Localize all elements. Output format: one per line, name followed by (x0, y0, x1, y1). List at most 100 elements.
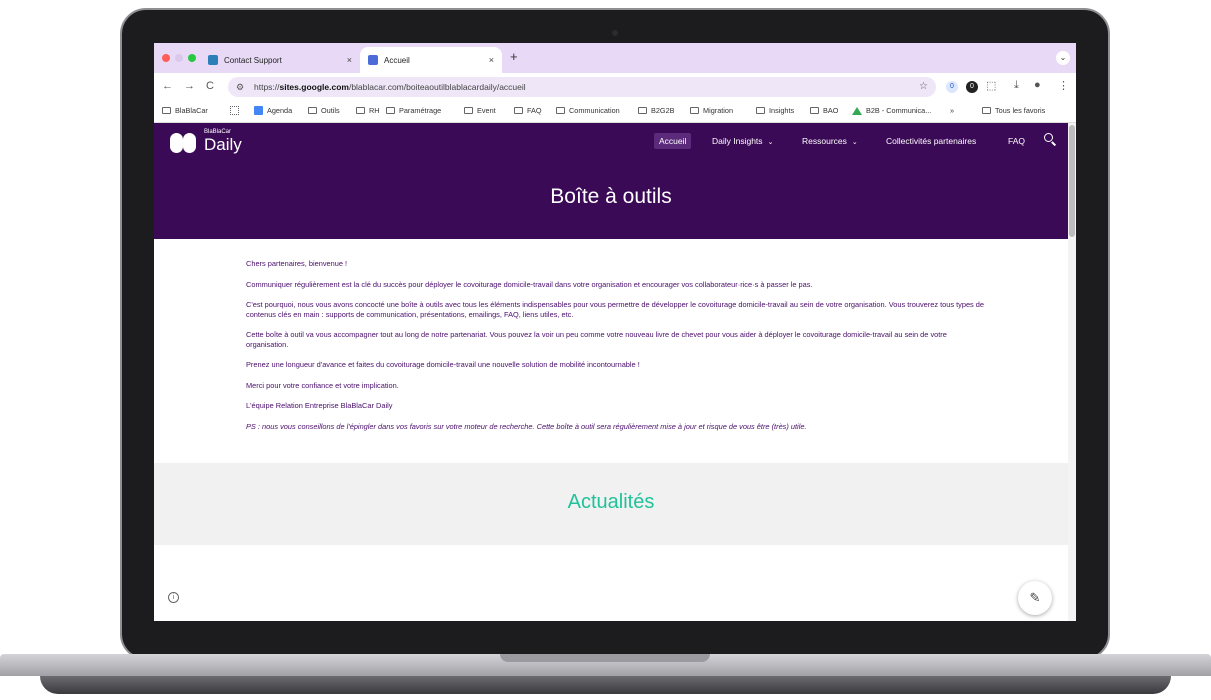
bookmark-communication[interactable]: Communication (556, 106, 620, 115)
folder-icon (162, 107, 171, 114)
extensions-puzzle-icon[interactable]: ⬚ (986, 79, 996, 92)
bookmark-blablacar[interactable]: BlaBlaCar (162, 106, 208, 115)
bookmark-bao[interactable]: BAO (810, 106, 838, 115)
logo-big-text: Daily (204, 135, 242, 154)
folder-icon (464, 107, 473, 114)
nav-label: FAQ (1008, 136, 1026, 146)
tab-title: Accueil (384, 55, 410, 65)
site-info-icon[interactable]: ⚙ (236, 77, 244, 97)
blablacar-daily-logo[interactable]: BlaBlaCar Daily (170, 129, 242, 153)
folder-icon (356, 107, 365, 114)
info-icon[interactable]: i (168, 592, 179, 603)
news-section: Actualités (154, 463, 1068, 545)
search-icon[interactable] (1044, 133, 1058, 147)
maximize-window-button[interactable] (188, 54, 196, 62)
profile-icon[interactable]: ● (1034, 79, 1041, 91)
bookmark-apps[interactable] (230, 106, 239, 115)
bookmark-rh[interactable]: RH (356, 106, 380, 115)
bookmark-migration[interactable]: Migration (690, 106, 733, 115)
laptop-base (0, 654, 1211, 700)
folder-icon (308, 107, 317, 114)
chevron-down-icon: ⌄ (767, 139, 774, 146)
browser-toolbar: ← → C ⚙ https://sites.google.com/blablac… (154, 73, 1076, 101)
url-path: /blablacar.com/boiteaoutilblablacardaily… (348, 82, 526, 92)
bookmark-outils[interactable]: Outils (308, 106, 340, 115)
bookmark-faq[interactable]: FAQ (514, 106, 542, 115)
folder-icon (810, 107, 819, 114)
hero-banner: BlaBlaCar Daily Accueil Daily Insights ⌄ … (154, 123, 1068, 239)
browser-menu-icon[interactable]: ⋮ (1058, 79, 1069, 92)
blablacar-logo-icon (170, 129, 200, 153)
address-bar[interactable]: ⚙ https://sites.google.com/blablacar.com… (228, 77, 936, 97)
reload-icon[interactable]: C (206, 80, 214, 92)
url-prefix: https:// (254, 82, 280, 92)
bookmark-parametrage[interactable]: Paramétrage (386, 106, 441, 115)
tab-contact-support[interactable]: Contact Support × (200, 47, 360, 73)
tab-title: Contact Support (224, 55, 282, 65)
bookmark-label: B2G2B (651, 106, 675, 115)
bookmark-event[interactable]: Event (464, 106, 496, 115)
bookmark-label: Tous les favoris (995, 106, 1046, 115)
bookmark-label: BlaBlaCar (175, 106, 208, 115)
extension-2-icon[interactable]: 0 (966, 81, 978, 93)
bookmark-agenda[interactable]: Agenda (254, 106, 292, 115)
screen: Contact Support × Accueil × + ⌄ ← → C ⚙ … (154, 43, 1076, 621)
page-title: Boîte à outils (550, 185, 672, 208)
folder-icon (514, 107, 523, 114)
extension-1-icon[interactable]: 0 (946, 81, 958, 93)
bookmark-b2g2b[interactable]: B2G2B (638, 106, 675, 115)
new-tab-button[interactable]: + (510, 49, 518, 64)
bookmark-label: Insights (769, 106, 795, 115)
forward-arrow-icon[interactable]: → (184, 80, 195, 92)
scrollbar[interactable] (1068, 123, 1076, 621)
folder-icon (982, 107, 991, 114)
bookmark-label: BAO (823, 106, 839, 115)
apps-grid-icon (230, 106, 239, 115)
nav-collectivites-partenaires[interactable]: Collectivités partenaires (886, 133, 976, 149)
chevron-down-icon: ⌄ (851, 139, 858, 146)
paragraph: Prenez une longueur d'avance et faites d… (246, 360, 640, 369)
paragraph: Cette boîte à outil va vous accompagner … (246, 330, 947, 349)
nav-label: Daily Insights (712, 136, 763, 146)
minimize-window-button[interactable] (175, 54, 183, 62)
edit-pencil-icon[interactable]: ✎ (1018, 581, 1052, 615)
folder-icon (386, 107, 395, 114)
laptop-base-bottom (40, 676, 1171, 694)
close-tab-icon[interactable]: × (347, 55, 352, 65)
url-host: sites.google.com (279, 82, 349, 92)
bookmark-all-favorites[interactable]: Tous les favoris (982, 106, 1045, 115)
nav-label: Accueil (659, 136, 687, 146)
bookmark-star-icon[interactable]: ☆ (919, 77, 928, 97)
nav-daily-insights[interactable]: Daily Insights ⌄ (712, 133, 773, 149)
folder-icon (556, 107, 565, 114)
overflow-label: » (950, 106, 955, 115)
google-sites-favicon-icon (368, 55, 378, 65)
laptop-frame: Contact Support × Accueil × + ⌄ ← → C ⚙ … (0, 0, 1211, 700)
close-tab-icon[interactable]: × (489, 55, 494, 65)
calendar-icon (254, 106, 263, 115)
scrollbar-thumb[interactable] (1069, 125, 1075, 237)
bookmark-label: Outils (321, 106, 340, 115)
close-window-button[interactable] (162, 54, 170, 62)
bookmark-insights[interactable]: Insights (756, 106, 794, 115)
bookmarks-overflow-button[interactable]: » (950, 106, 954, 115)
tab-accueil[interactable]: Accueil × (360, 47, 502, 73)
bookmark-label: Communication (569, 106, 620, 115)
logo-text: BlaBlaCar Daily (204, 129, 242, 153)
paragraph: L'équipe Relation Entreprise BlaBlaCar D… (246, 401, 393, 410)
bookmark-b2b-communication[interactable]: B2B - Communica... (852, 106, 931, 115)
download-icon[interactable]: ⤓ (1014, 79, 1019, 92)
google-drive-icon (852, 106, 862, 115)
nav-label: Collectivités partenaires (886, 136, 977, 146)
bookmark-label: FAQ (527, 106, 542, 115)
nav-accueil[interactable]: Accueil (654, 133, 692, 149)
nav-faq[interactable]: FAQ (1008, 133, 1025, 149)
back-arrow-icon[interactable]: ← (162, 80, 173, 92)
folder-icon (756, 107, 765, 114)
folder-icon (690, 107, 699, 114)
blablacar-favicon-icon (208, 55, 218, 65)
tab-search-button[interactable]: ⌄ (1056, 51, 1070, 65)
nav-label: Ressources (802, 136, 847, 146)
nav-ressources[interactable]: Ressources ⌄ (802, 133, 858, 149)
folder-icon (638, 107, 647, 114)
